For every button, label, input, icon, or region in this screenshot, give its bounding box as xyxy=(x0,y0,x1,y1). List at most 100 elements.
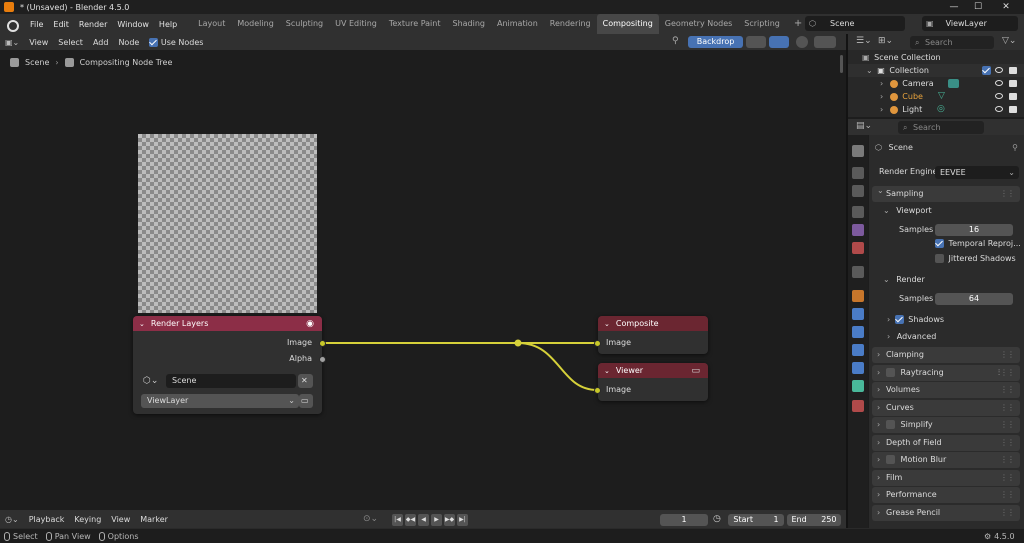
reroute-node[interactable] xyxy=(514,339,522,347)
composite-node[interactable]: ⌄ Composite Image xyxy=(594,316,708,354)
scene-datablock-icon[interactable]: ⬡⌄ xyxy=(143,376,158,386)
menu-view[interactable]: View xyxy=(24,38,53,47)
pin-icon[interactable]: ⚲ xyxy=(672,36,679,46)
panel-performance[interactable]: Performance ⋮⋮ xyxy=(872,487,1020,503)
drag-handle-icon[interactable]: ⋮⋮ xyxy=(1000,400,1015,416)
material-tab-icon[interactable] xyxy=(852,400,864,412)
outliner-editor-icon[interactable]: ☰⌄ xyxy=(856,36,872,46)
drag-handle-icon[interactable]: ⋮⋮ xyxy=(1000,505,1015,521)
menu-select[interactable]: Select xyxy=(53,38,88,47)
menu-node[interactable]: Node xyxy=(113,38,144,47)
drag-handle-icon[interactable]: ⋮⋮ xyxy=(1000,452,1015,468)
camera-render-icon[interactable] xyxy=(1009,80,1017,87)
render-tab-icon[interactable] xyxy=(852,167,864,179)
outliner-row-camera[interactable]: › Camera xyxy=(848,77,1024,90)
collection-exclude-checkbox[interactable] xyxy=(982,66,991,75)
prev-keyframe-icon[interactable]: ◆◀ xyxy=(405,514,416,526)
drag-handle-icon[interactable]: ⋮⋮ xyxy=(1000,382,1015,398)
collapse-chevron-icon[interactable]: ⌄ xyxy=(604,320,610,328)
panel-depth-of-field[interactable]: Depth of Field ⋮⋮ xyxy=(872,435,1020,451)
properties-editor-icon[interactable]: ▤⌄ xyxy=(856,121,872,131)
expand-chevron-icon[interactable]: ⌄ xyxy=(883,275,890,284)
panel-sampling[interactable]: Sampling ⋮⋮ xyxy=(872,183,1020,202)
eye-icon[interactable]: ◉ xyxy=(306,319,314,329)
scene-field[interactable]: Scene xyxy=(166,374,296,388)
node-editor-canvas[interactable]: Scene › Compositing Node Tree ⌄ Render L… xyxy=(0,50,846,510)
drag-handle-icon[interactable]: ⋮⋮ xyxy=(1000,470,1015,486)
view-layer-field[interactable]: ViewLayer ⌄ xyxy=(141,394,299,408)
view-layer-selector[interactable]: ▣ ViewLayer xyxy=(922,16,1018,31)
output-image-socket[interactable] xyxy=(319,340,326,347)
composite-header[interactable]: ⌄ Composite xyxy=(598,316,708,331)
folder-icon[interactable]: ▭ xyxy=(299,394,313,408)
tab-animation[interactable]: Animation xyxy=(491,14,544,34)
menu-help[interactable]: Help xyxy=(154,20,182,29)
jittered-shadows-row[interactable]: Jittered Shadows xyxy=(869,251,1024,267)
start-frame-field[interactable]: Start 1 xyxy=(728,514,784,526)
composite-input-socket[interactable] xyxy=(594,340,601,347)
clock-icon[interactable]: ◷ xyxy=(713,514,721,524)
drag-handle-icon[interactable]: ⋮⋮ xyxy=(1000,365,1015,381)
unlink-scene-icon[interactable]: ✕ xyxy=(298,374,313,388)
panel-simplify[interactable]: Simplify ⋮⋮ xyxy=(872,417,1020,433)
tab-scripting[interactable]: Scripting xyxy=(738,14,786,34)
eye-icon[interactable] xyxy=(995,80,1003,86)
play-reverse-icon[interactable]: ◀ xyxy=(418,514,429,526)
tab-compositing[interactable]: Compositing xyxy=(596,14,659,34)
eye-icon[interactable] xyxy=(995,106,1003,112)
collapse-chevron-icon[interactable]: ⌄ xyxy=(139,320,145,328)
modifier-tab-icon[interactable] xyxy=(852,308,864,320)
outliner-search-input[interactable]: ⌕ Search xyxy=(910,36,994,49)
panel-volumes[interactable]: Volumes ⋮⋮ xyxy=(872,382,1020,398)
snap-icon[interactable] xyxy=(769,36,789,48)
close-window-button[interactable]: ✕ xyxy=(992,0,1020,14)
panel-raytracing[interactable]: Raytracing ⫶ ⋮⋮ xyxy=(872,365,1020,381)
temporal-reprojection-checkbox[interactable] xyxy=(935,239,944,248)
drag-handle-icon[interactable]: ⋮⋮ xyxy=(1000,347,1015,363)
backdrop-channels-icon[interactable] xyxy=(746,36,766,48)
drag-handle-icon[interactable]: ⋮⋮ xyxy=(1000,417,1015,433)
subpanel-viewport[interactable]: ⌄ Viewport xyxy=(869,203,1024,219)
record-icon[interactable]: ⊙⌄ xyxy=(363,514,378,524)
outliner-row-scene-collection[interactable]: ▣ Scene Collection xyxy=(848,51,1024,64)
expand-chevron-icon[interactable]: › xyxy=(880,105,883,114)
expand-chevron-icon[interactable]: › xyxy=(880,79,883,88)
tab-rendering[interactable]: Rendering xyxy=(544,14,597,34)
eye-icon[interactable] xyxy=(995,93,1003,99)
menu-render[interactable]: Render xyxy=(74,20,112,29)
raytracing-checkbox[interactable] xyxy=(886,368,895,377)
shadows-checkbox[interactable] xyxy=(894,315,904,324)
jump-end-icon[interactable]: ▶| xyxy=(457,514,468,526)
output-alpha-socket[interactable] xyxy=(319,356,326,363)
outliner-row-light[interactable]: › Light ◎ xyxy=(848,103,1024,116)
collapse-chevron-icon[interactable]: ⌄ xyxy=(604,367,610,375)
view-layer-tab-icon[interactable] xyxy=(852,206,864,218)
blender-menu-icon[interactable] xyxy=(5,17,19,32)
tool-tab-icon[interactable] xyxy=(852,145,864,157)
viewer-header[interactable]: ⌄ Viewer ▭ xyxy=(598,363,708,378)
play-icon[interactable]: ▶ xyxy=(431,514,442,526)
menu-timeline-view[interactable]: View xyxy=(106,515,135,524)
viewer-monitor-icon[interactable]: ▭ xyxy=(691,366,700,376)
menu-marker[interactable]: Marker xyxy=(135,515,173,524)
camera-render-icon[interactable] xyxy=(1009,93,1017,100)
panel-curves[interactable]: Curves ⋮⋮ xyxy=(872,400,1020,416)
output-tab-icon[interactable] xyxy=(852,185,864,197)
backdrop-button[interactable]: Backdrop xyxy=(688,36,743,48)
render-samples-field[interactable]: 64 xyxy=(935,293,1013,305)
next-keyframe-icon[interactable]: ▶◆ xyxy=(444,514,455,526)
subpanel-shadows[interactable]: › Shadows xyxy=(869,312,1024,328)
timeline-editor-icon[interactable]: ◷⌄ xyxy=(0,515,24,524)
panel-film[interactable]: Film ⋮⋮ xyxy=(872,470,1020,486)
subpanel-render[interactable]: ⌄ Render xyxy=(869,272,1024,288)
tab-shading[interactable]: Shading xyxy=(446,14,491,34)
panel-motion-blur[interactable]: Motion Blur ⋮⋮ xyxy=(872,452,1020,468)
tab-layout[interactable]: Layout xyxy=(192,14,231,34)
camera-data-icon[interactable] xyxy=(948,79,959,88)
render-engine-dropdown[interactable]: EEVEE ⌄ xyxy=(935,166,1019,179)
tab-uv-editing[interactable]: UV Editing xyxy=(329,14,383,34)
drag-handle-icon[interactable]: ⋮⋮ xyxy=(1000,487,1015,503)
mesh-data-icon[interactable]: ▽ xyxy=(938,90,945,103)
tab-modeling[interactable]: Modeling xyxy=(231,14,279,34)
subpanel-advanced[interactable]: › Advanced xyxy=(869,329,1024,345)
